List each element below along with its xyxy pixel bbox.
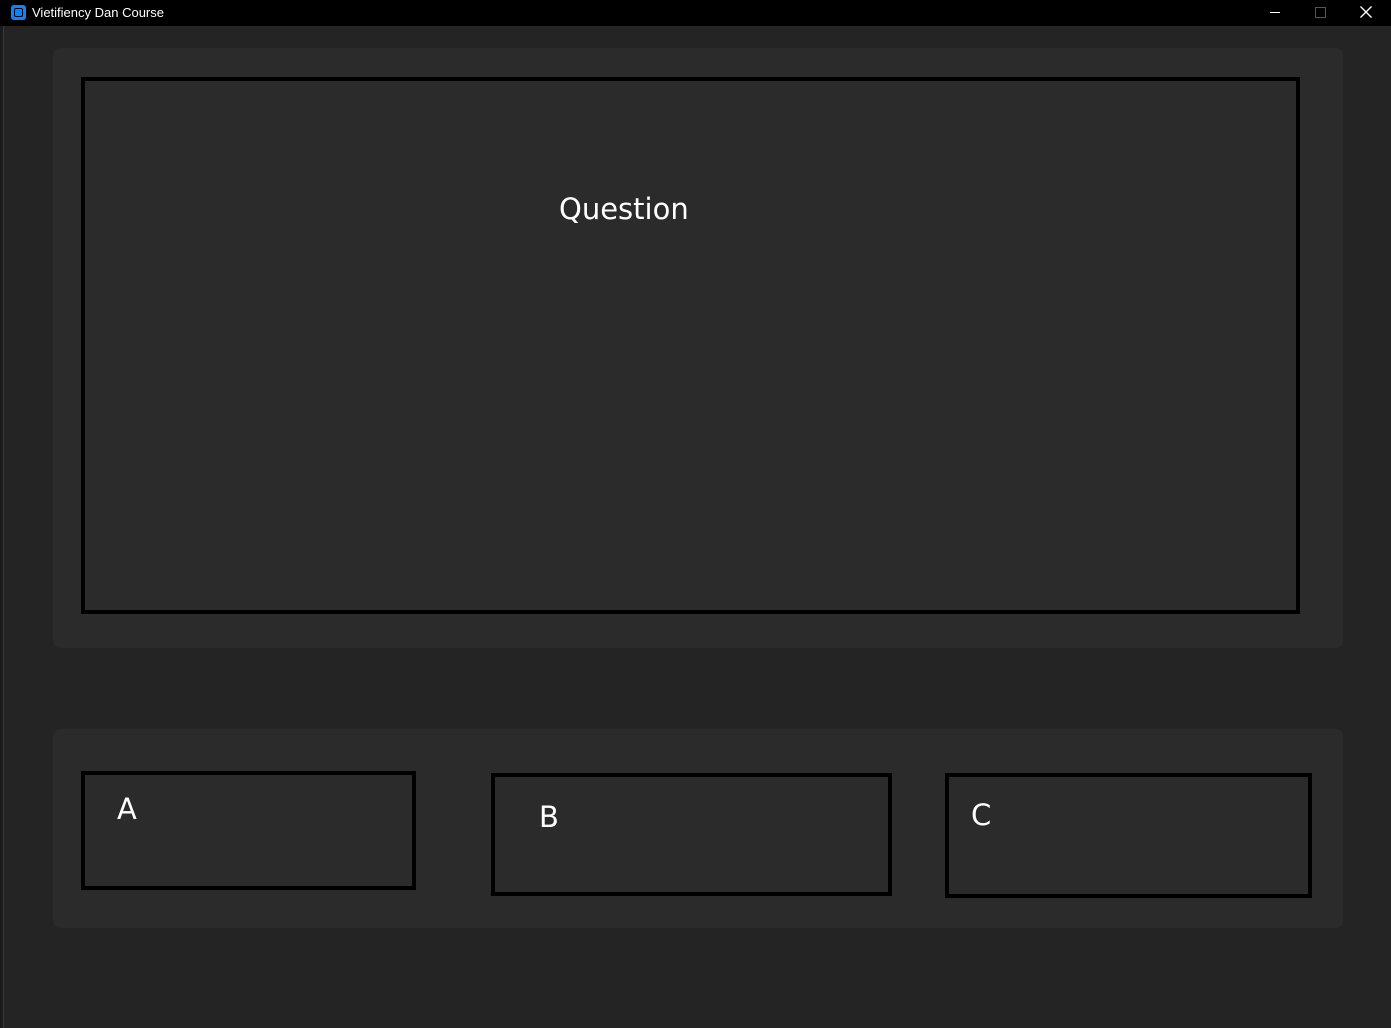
answer-a-label: A [117, 792, 137, 826]
app-window: Vietifiency Dan Course Question A B C [0, 0, 1391, 1028]
minimize-button[interactable] [1252, 0, 1298, 26]
answer-c-label: C [971, 798, 992, 832]
question-box [81, 77, 1300, 614]
app-icon [11, 5, 26, 20]
answer-b-label: B [539, 800, 559, 834]
window-title: Vietifiency Dan Course [32, 5, 164, 20]
answer-a-button[interactable] [81, 771, 416, 890]
close-icon [1360, 6, 1372, 18]
close-button[interactable] [1343, 0, 1389, 26]
question-text: Question [559, 192, 689, 226]
answer-c-button[interactable] [945, 773, 1312, 898]
maximize-button[interactable] [1298, 0, 1344, 26]
window-left-edge [0, 26, 4, 1028]
answer-b-button[interactable] [491, 773, 892, 896]
title-bar[interactable]: Vietifiency Dan Course [0, 0, 1391, 26]
